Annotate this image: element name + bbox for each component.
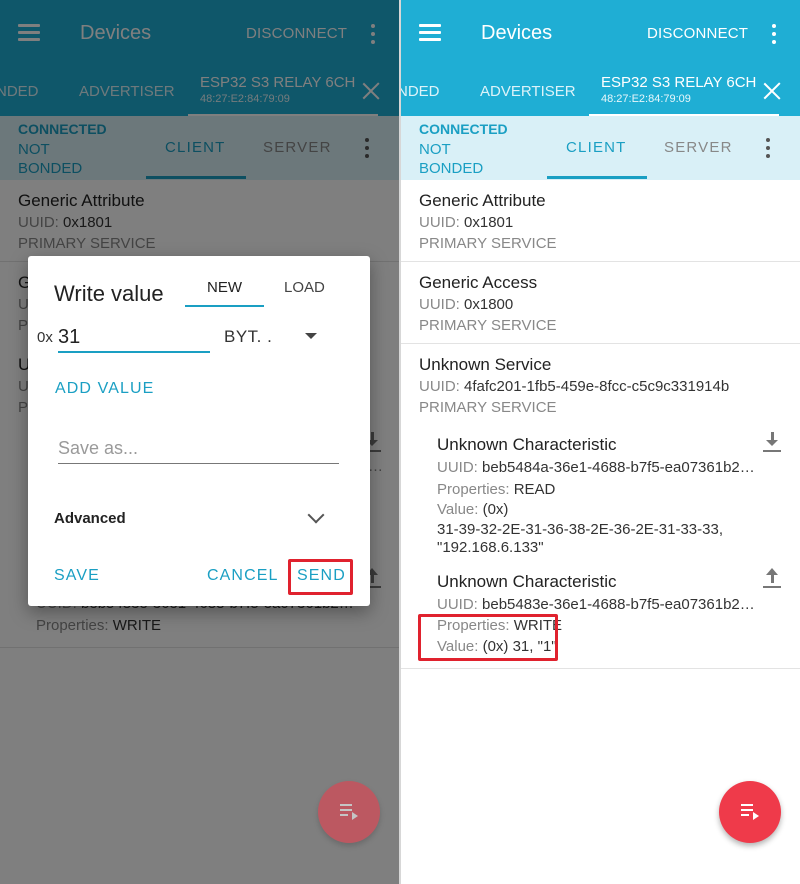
service-name: Generic Attribute — [419, 191, 546, 210]
tab-indicator — [185, 305, 264, 307]
left-screen: Devices DISCONNECT NDED ADVERTISER ESP32… — [0, 0, 399, 884]
device-name: ESP32 S3 RELAY 6CH — [601, 74, 757, 91]
service-type: PRIMARY SERVICE — [419, 235, 557, 252]
characteristic-value-string: "192.168.6.133" — [437, 539, 544, 556]
app-title: Devices — [481, 22, 553, 44]
tab-server[interactable]: SERVER — [664, 139, 733, 156]
save-button[interactable]: SAVE — [54, 567, 100, 585]
save-as-input[interactable] — [58, 434, 339, 464]
fab-button[interactable] — [719, 781, 781, 843]
characteristic-value: Value: (0x) — [437, 501, 509, 518]
advanced-section[interactable]: Advanced — [54, 510, 126, 527]
service-type: PRIMARY SERVICE — [419, 399, 557, 416]
value-input[interactable] — [58, 323, 210, 353]
characteristic-name: Unknown Characteristic — [437, 435, 617, 454]
service-uuid: UUID: 0x1800 — [419, 296, 514, 313]
bond-status: NOT BONDED — [419, 141, 484, 177]
service-uuid: UUID: 0x1801 — [419, 214, 514, 231]
characteristic-value-bytes: 31-39-32-2E-31-36-38-2E-36-2E-31-33-33, — [437, 521, 723, 538]
write-highlight-box — [418, 614, 558, 661]
tab-indicator — [547, 176, 647, 179]
write-value-dialog: Write value NEW LOAD 0x BYT. . ADD VALUE… — [28, 256, 370, 606]
playlist-icon — [340, 804, 358, 820]
device-mac: 48:27:E2:84:79:09 — [601, 93, 691, 105]
characteristic-uuid: UUID: beb5484a-36e1-4688-b7f5-ea07361b2… — [437, 459, 755, 476]
connection-status: CONNECTED — [419, 121, 508, 137]
tab-new[interactable]: NEW — [207, 279, 242, 296]
characteristic-item[interactable]: Unknown Characteristic UUID: beb5484a-36… — [401, 426, 800, 562]
service-type: PRIMARY SERVICE — [419, 317, 557, 334]
characteristic-properties: Properties: READ — [437, 481, 556, 498]
tab-client[interactable]: CLIENT — [566, 139, 627, 156]
service-item[interactable]: Generic Access UUID: 0x1800 PRIMARY SERV… — [401, 262, 800, 344]
add-value-button[interactable]: ADD VALUE — [55, 380, 154, 398]
disconnect-button[interactable]: DISCONNECT — [647, 25, 748, 42]
characteristic-uuid: UUID: beb5483e-36e1-4688-b7f5-ea07361b2… — [437, 596, 755, 613]
dropdown-arrow-icon[interactable] — [305, 333, 317, 339]
service-name: Generic Access — [419, 273, 538, 292]
cancel-button[interactable]: CANCEL — [207, 567, 279, 585]
service-name: Unknown Service — [419, 355, 552, 374]
tab-load[interactable]: LOAD — [284, 279, 325, 296]
close-icon[interactable] — [763, 82, 781, 100]
device-tabs: NDED ADVERTISER ESP32 S3 RELAY 6CH 48:27… — [401, 68, 800, 116]
connection-bar: CONNECTED NOT BONDED CLIENT SERVER — [401, 116, 800, 180]
dialog-title: Write value — [54, 281, 164, 306]
more-options-icon[interactable] — [772, 24, 776, 44]
more-options-icon[interactable] — [766, 138, 770, 158]
characteristic-name: Unknown Characteristic — [437, 572, 617, 591]
send-highlight-box — [288, 559, 353, 595]
service-item[interactable]: Unknown Service UUID: 4fafc201-1fb5-459e… — [401, 344, 800, 426]
fab-button[interactable] — [318, 781, 380, 843]
service-uuid: UUID: 4fafc201-1fb5-459e-8fcc-c5c9c33191… — [419, 378, 730, 395]
format-dropdown[interactable]: BYT. . — [224, 327, 272, 347]
app-bar: Devices DISCONNECT — [401, 0, 800, 68]
chevron-down-icon[interactable] — [307, 506, 325, 524]
tab-bonded[interactable]: NDED — [401, 83, 440, 100]
menu-icon[interactable] — [419, 24, 441, 42]
tab-advertiser[interactable]: ADVERTISER — [480, 83, 576, 100]
upload-icon[interactable] — [763, 568, 781, 588]
download-icon[interactable] — [763, 432, 781, 452]
service-item[interactable]: Generic Attribute UUID: 0x1801 PRIMARY S… — [401, 180, 800, 262]
right-screen: Devices DISCONNECT NDED ADVERTISER ESP32… — [401, 0, 800, 884]
hex-prefix: 0x — [37, 329, 53, 346]
playlist-icon — [741, 804, 759, 820]
